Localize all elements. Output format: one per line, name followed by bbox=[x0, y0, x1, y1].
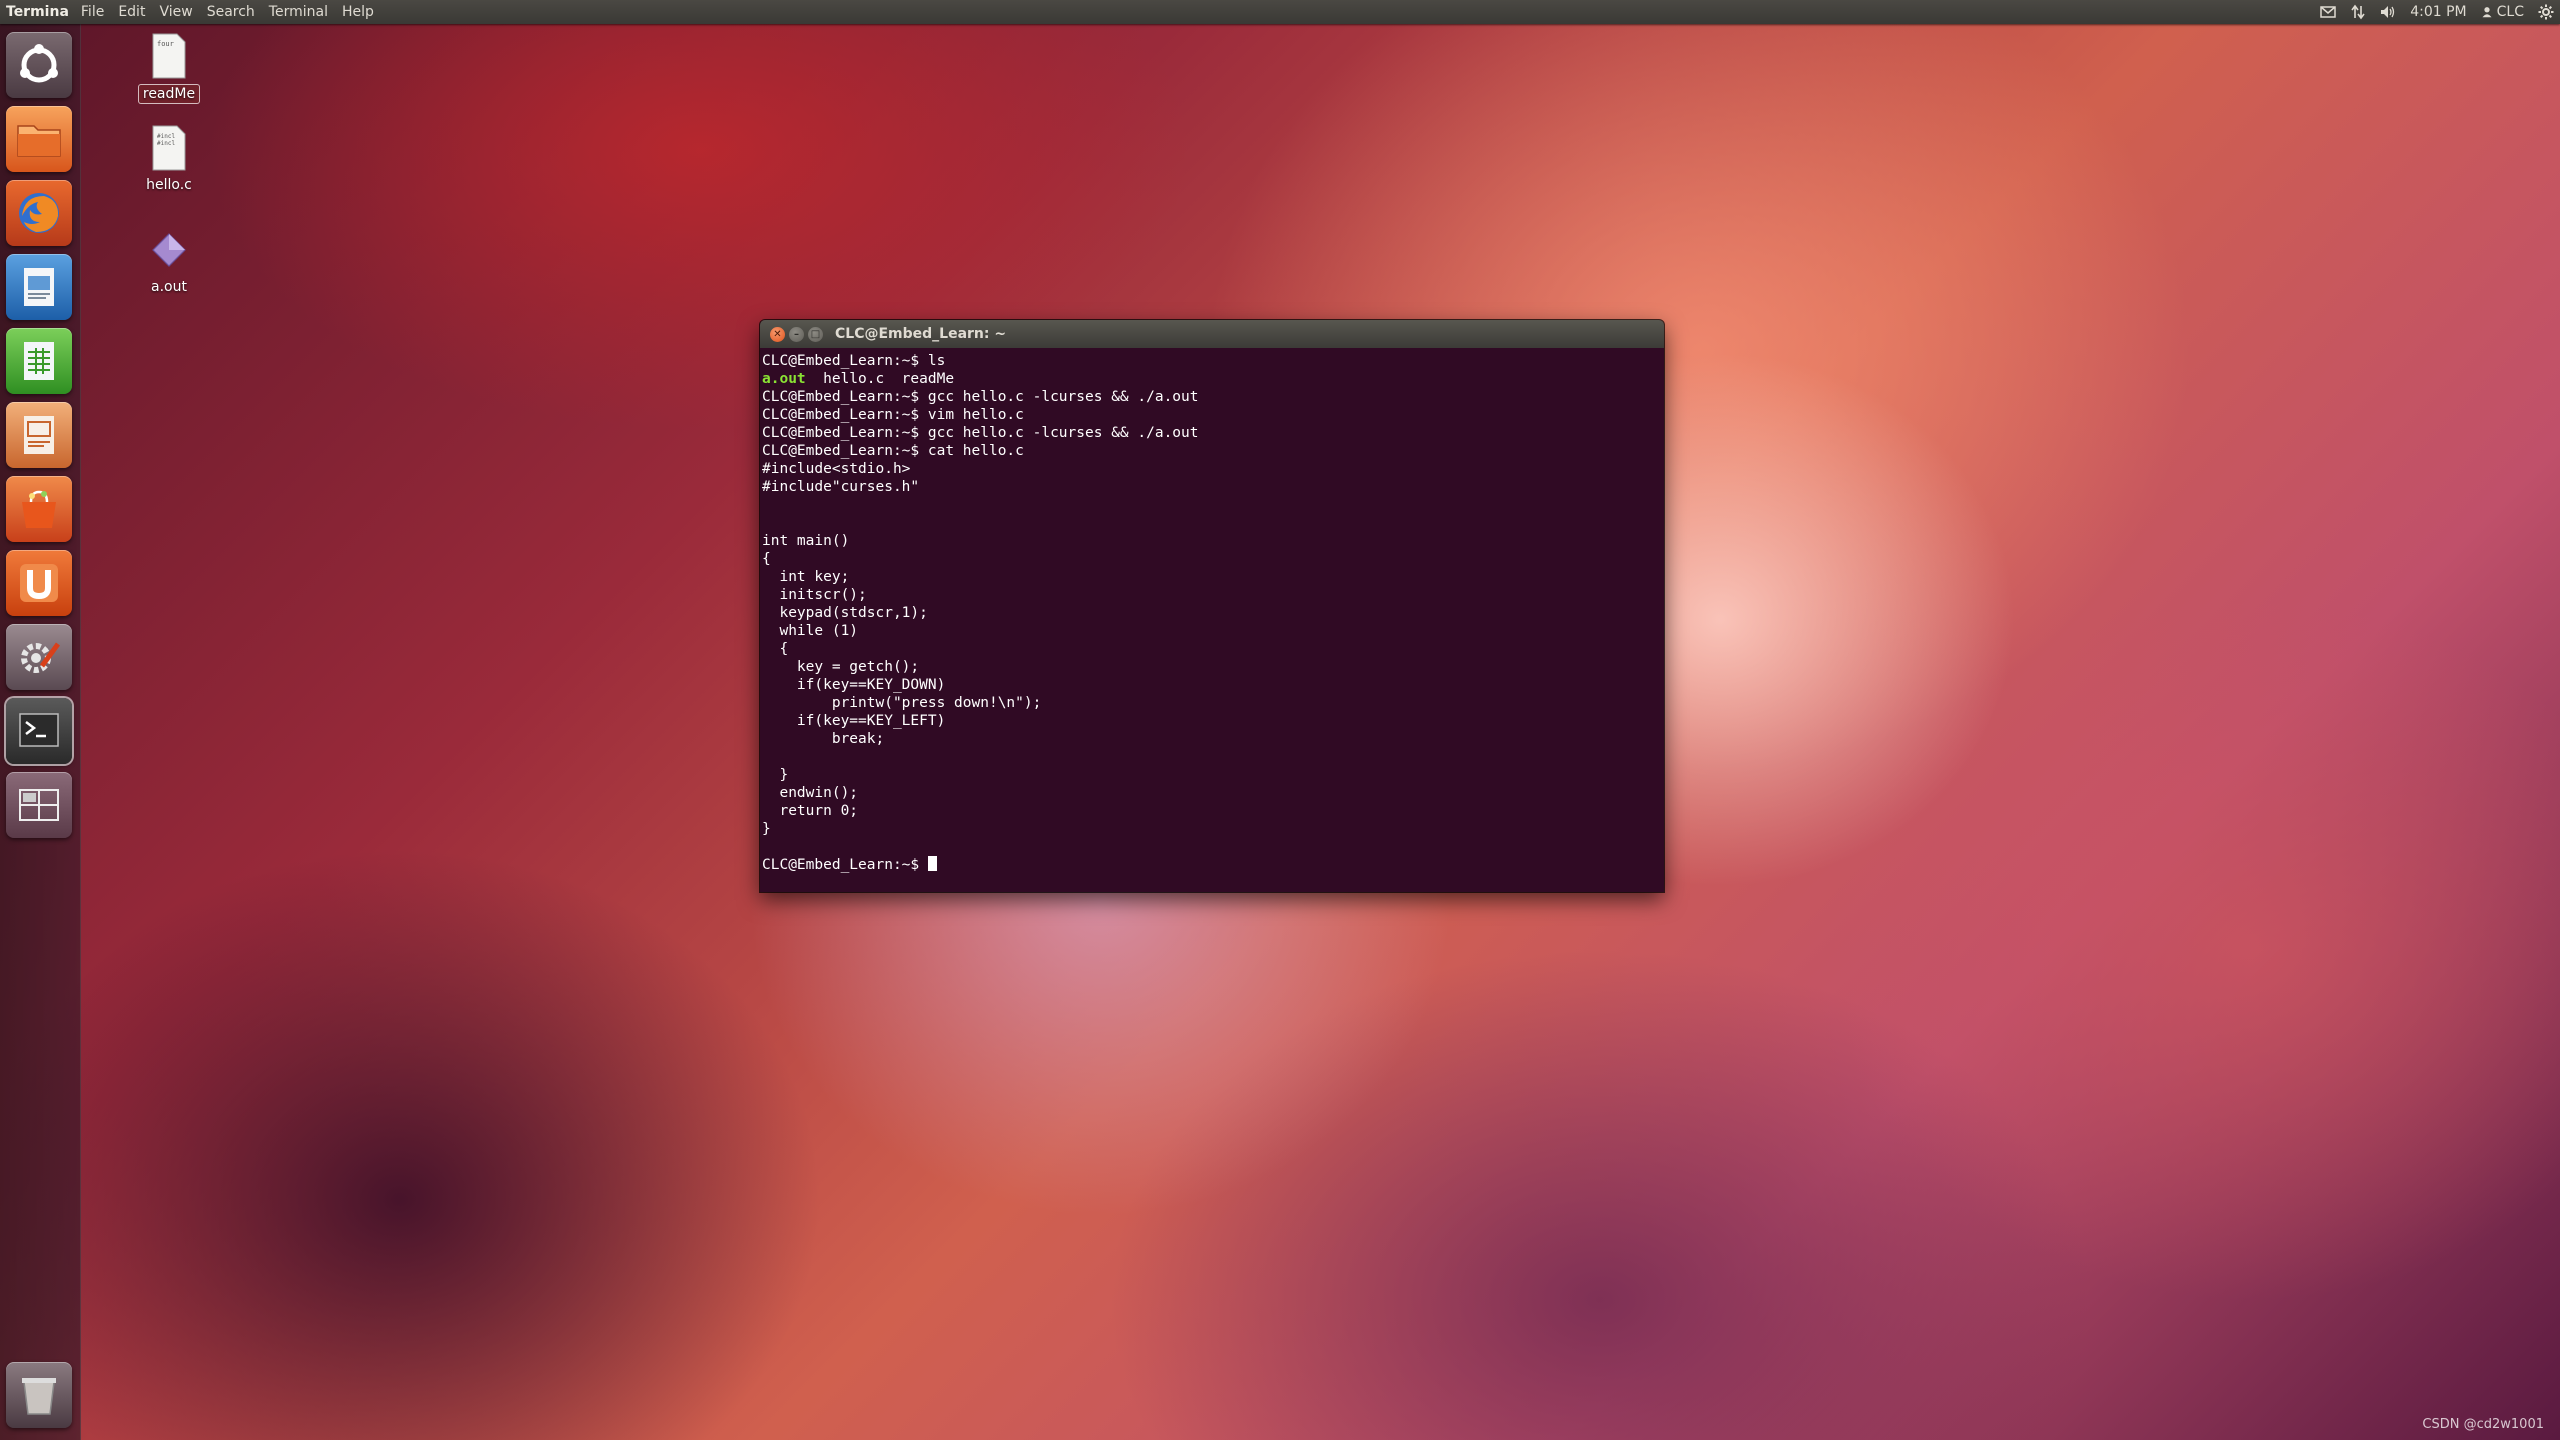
gear-icon[interactable] bbox=[2538, 4, 2554, 20]
ubuntu-logo-icon bbox=[20, 44, 58, 83]
terminal-line: CLC@Embed_Learn:~$ vim hello.c bbox=[762, 407, 1024, 423]
wrench-gear-icon bbox=[21, 642, 61, 673]
hello-preview-line: #incl bbox=[157, 140, 175, 147]
terminal-line: int main() bbox=[762, 533, 850, 549]
terminal-line: printw("press down!\n"); bbox=[762, 695, 1042, 711]
libreoffice-calc-button[interactable] bbox=[6, 328, 72, 394]
terminal-line: a.out hello.c readMe bbox=[762, 370, 1662, 388]
mail-icon[interactable] bbox=[2320, 4, 2336, 20]
trash-button[interactable] bbox=[6, 1362, 72, 1428]
terminal-line: { bbox=[762, 641, 789, 657]
spreadsheet-icon bbox=[24, 342, 54, 380]
window-title: CLC@Embed_Learn: ~ bbox=[835, 326, 1007, 342]
terminal-icon bbox=[19, 713, 59, 747]
terminal-line: CLC@Embed_Learn:~$ ls bbox=[762, 353, 946, 369]
ls-executable-entry: a.out bbox=[762, 371, 806, 387]
terminal-line: CLC@Embed_Learn:~$ gcc hello.c -lcurses … bbox=[762, 389, 1199, 405]
terminal-line: { bbox=[762, 551, 771, 567]
system-settings-button[interactable] bbox=[6, 624, 72, 690]
ubuntu-one-button[interactable] bbox=[6, 550, 72, 616]
firefox-button[interactable] bbox=[6, 180, 72, 246]
terminal-line: } bbox=[762, 767, 789, 783]
launcher bbox=[0, 24, 81, 1440]
firefox-icon bbox=[19, 193, 59, 233]
terminal-line: CLC@Embed_Learn:~$ cat hello.c bbox=[762, 443, 1024, 459]
menu-view[interactable]: View bbox=[159, 4, 192, 20]
network-updown-icon[interactable] bbox=[2350, 4, 2366, 20]
terminal-line: CLC@Embed_Learn:~$ gcc hello.c -lcurses … bbox=[762, 425, 1199, 441]
terminal-line: if(key==KEY_DOWN) bbox=[762, 677, 946, 693]
desktop-icon-hello-c[interactable]: #incl #incl hello.c bbox=[124, 124, 214, 194]
user-indicator[interactable]: CLC bbox=[2481, 4, 2524, 20]
terminal-titlebar[interactable]: ✕ – □ CLC@Embed_Learn: ~ bbox=[760, 320, 1664, 348]
readme-preview-text: four bbox=[157, 40, 174, 48]
menu-terminal[interactable]: Terminal bbox=[269, 4, 328, 20]
document-icon bbox=[24, 268, 54, 306]
files-button[interactable] bbox=[6, 106, 72, 172]
active-app-name: Termina bbox=[6, 4, 69, 20]
menu-search[interactable]: Search bbox=[207, 4, 255, 20]
shell-prompt: CLC@Embed_Learn:~$ bbox=[762, 857, 928, 873]
text-cursor bbox=[927, 856, 937, 871]
folder-icon bbox=[17, 125, 61, 157]
software-center-button[interactable] bbox=[6, 476, 72, 542]
presentation-icon bbox=[24, 416, 54, 454]
desktop-icon-label: hello.c bbox=[146, 177, 192, 193]
terminal-button[interactable] bbox=[6, 698, 72, 764]
terminal-line: #include<stdio.h> bbox=[762, 461, 911, 477]
text-file-icon: four bbox=[152, 33, 186, 79]
ubuntu-one-icon bbox=[20, 564, 58, 602]
maximize-button[interactable]: □ bbox=[808, 326, 823, 342]
workspace-switcher-button[interactable] bbox=[6, 772, 72, 838]
top-panel: Termina File Edit View Search Terminal H… bbox=[0, 0, 2560, 24]
minimize-button[interactable]: – bbox=[789, 326, 804, 342]
workspaces-icon bbox=[19, 789, 59, 821]
c-source-file-icon: #incl #incl bbox=[152, 125, 186, 171]
volume-icon[interactable] bbox=[2380, 4, 2396, 20]
terminal-line: while (1) bbox=[762, 623, 859, 639]
terminal-line: #include"curses.h" bbox=[762, 479, 920, 495]
menu-edit[interactable]: Edit bbox=[118, 4, 145, 20]
menu-file[interactable]: File bbox=[81, 4, 104, 20]
terminal-output[interactable]: CLC@Embed_Learn:~$ ls a.out hello.c readM… bbox=[760, 348, 1664, 878]
clock[interactable]: 4:01 PM bbox=[2410, 4, 2466, 20]
terminal-line: key = getch(); bbox=[762, 659, 920, 675]
libreoffice-writer-button[interactable] bbox=[6, 254, 72, 320]
close-button[interactable]: ✕ bbox=[770, 326, 785, 342]
desktop-icon-label: readMe bbox=[137, 84, 201, 104]
user-name: CLC bbox=[2496, 4, 2524, 20]
dash-home-button[interactable] bbox=[6, 32, 72, 98]
executable-diamond-icon bbox=[152, 233, 186, 267]
terminal-line: return 0; bbox=[762, 803, 859, 819]
terminal-line: endwin(); bbox=[762, 785, 859, 801]
terminal-line: break; bbox=[762, 731, 885, 747]
shopping-bag-icon bbox=[22, 490, 56, 528]
user-icon bbox=[2482, 7, 2492, 18]
terminal-line: int key; bbox=[762, 569, 850, 585]
terminal-line: if(key==KEY_LEFT) bbox=[762, 713, 946, 729]
terminal-line: initscr(); bbox=[762, 587, 867, 603]
desktop-icon-a-out[interactable]: a.out bbox=[124, 226, 214, 296]
desktop-icon-readme[interactable]: four readMe bbox=[124, 32, 214, 104]
indicator-tray: 4:01 PM CLC bbox=[2320, 0, 2554, 24]
menu-help[interactable]: Help bbox=[342, 4, 374, 20]
ls-file-entries: hello.c readMe bbox=[805, 371, 955, 387]
terminal-line: keypad(stdscr,1); bbox=[762, 605, 928, 621]
hello-preview-line: #incl bbox=[157, 133, 175, 140]
terminal-line: } bbox=[762, 821, 771, 837]
libreoffice-impress-button[interactable] bbox=[6, 402, 72, 468]
trash-icon bbox=[22, 1378, 56, 1415]
watermark: CSDN @cd2w1001 bbox=[2422, 1417, 2544, 1432]
terminal-line: CLC@Embed_Learn:~$ bbox=[762, 856, 1662, 874]
desktop-icon-label: a.out bbox=[151, 279, 187, 295]
terminal-window[interactable]: ✕ – □ CLC@Embed_Learn: ~ CLC@Embed_Learn… bbox=[760, 320, 1664, 892]
